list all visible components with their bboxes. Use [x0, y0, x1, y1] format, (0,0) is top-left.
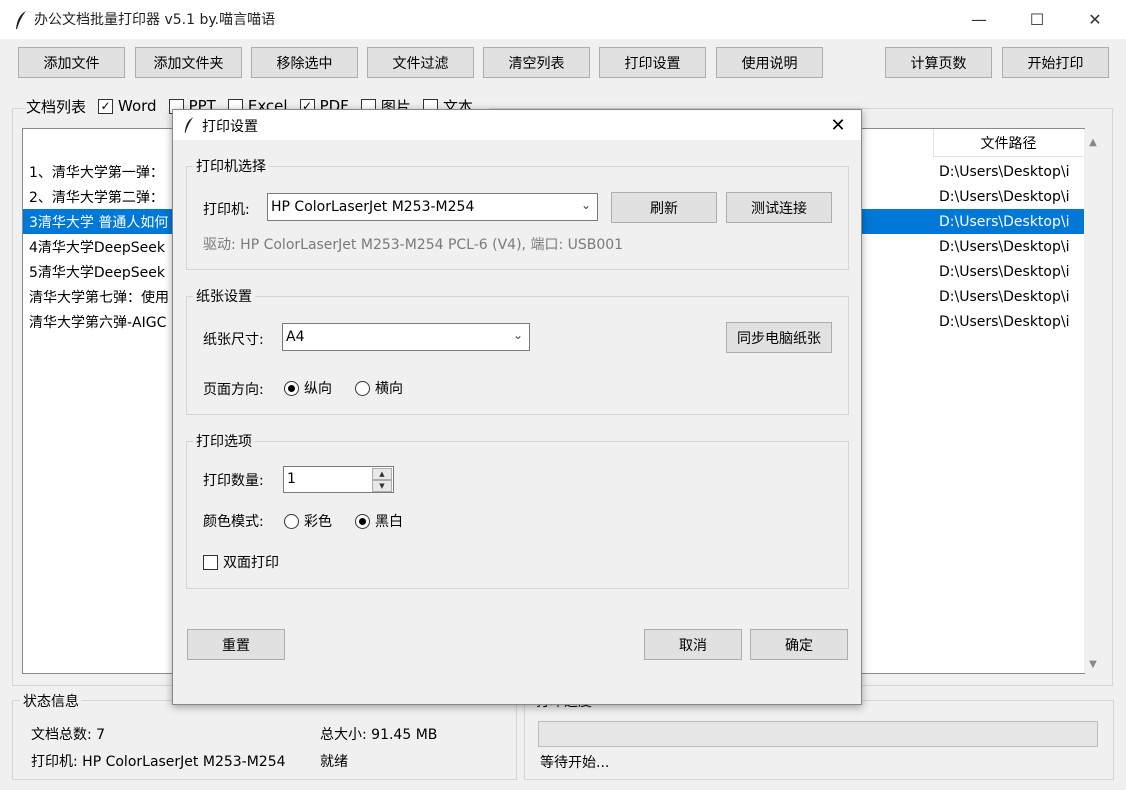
duplex-checkbox[interactable]: 双面打印	[203, 552, 279, 572]
progress-text: 等待开始...	[540, 755, 610, 771]
dialog-title: 打印设置	[202, 119, 258, 135]
status-group-label: 状态信息	[20, 691, 82, 711]
start-print-button[interactable]: 开始打印	[1002, 47, 1109, 78]
doc-count: 文档总数: 7	[31, 727, 106, 743]
paper-size-label: 纸张尺寸:	[203, 332, 264, 348]
file-name: 1、清华大学第一弹：	[29, 164, 164, 181]
radio-checked-icon	[284, 380, 299, 396]
printer-section-label: 打印机选择	[193, 156, 269, 176]
landscape-label: 横向	[375, 381, 403, 397]
file-path: D:\Users\Desktop\i	[939, 188, 1070, 205]
add-folder-button[interactable]: 添加文件夹	[135, 47, 242, 78]
window-title: 办公文档批量打印器 v5.1 by.喵言喵语	[34, 12, 276, 28]
printer-label: 打印机:	[203, 202, 250, 218]
file-name: 5清华大学DeepSeek	[29, 264, 166, 281]
copies-label: 打印数量:	[203, 473, 264, 489]
refresh-button[interactable]: 刷新	[611, 192, 717, 223]
printer-select[interactable]: HP ColorLaserJet M253-M254 ⌄	[267, 193, 598, 221]
print-settings-button[interactable]: 打印设置	[599, 47, 706, 78]
paper-size-select[interactable]: A4 ⌄	[282, 323, 530, 351]
orientation-label: 页面方向:	[203, 382, 264, 398]
print-options-label: 打印选项	[193, 431, 255, 451]
driver-info: 驱动: HP ColorLaserJet M253-M254 PCL-6 (V4…	[203, 237, 624, 253]
progress-bar	[538, 721, 1098, 747]
path-column-header[interactable]: 文件路径	[933, 129, 1083, 157]
maximize-button[interactable]: ☐	[1014, 0, 1060, 39]
total-size: 总大小: 91.45 MB	[320, 727, 438, 743]
document-list-label: 文档列表	[26, 97, 87, 116]
sync-paper-button[interactable]: 同步电脑纸张	[726, 322, 832, 353]
copies-spinbox[interactable]: 1 ▲ ▼	[283, 466, 394, 493]
file-path: D:\Users\Desktop\i	[939, 238, 1070, 255]
scroll-up-icon[interactable]: ▲	[1084, 133, 1102, 151]
printer-value: HP ColorLaserJet M253-M254	[271, 199, 475, 215]
radio-checked-icon	[355, 513, 370, 529]
chevron-down-icon: ⌄	[580, 198, 591, 212]
dialog-title-bar: 打印设置 ✕	[173, 110, 861, 140]
spin-up-icon[interactable]: ▲	[372, 468, 392, 480]
file-name: 2、清华大学第二弹：	[29, 189, 164, 206]
file-filter-button[interactable]: 文件过滤	[367, 47, 474, 78]
color-mode-label: 颜色模式:	[203, 514, 264, 530]
file-path: D:\Users\Desktop\i	[939, 213, 1070, 230]
remove-selected-button[interactable]: 移除选中	[251, 47, 358, 78]
dialog-close-icon[interactable]: ✕	[823, 113, 853, 137]
test-connection-button[interactable]: 测试连接	[726, 192, 832, 223]
file-path: D:\Users\Desktop\i	[939, 288, 1070, 305]
scroll-down-icon[interactable]: ▼	[1084, 655, 1102, 673]
portrait-label: 纵向	[304, 381, 332, 397]
ready-status: 就绪	[320, 754, 348, 770]
file-path: D:\Users\Desktop\i	[939, 313, 1070, 330]
file-name: 4清华大学DeepSeek	[29, 239, 166, 256]
ok-button[interactable]: 确定	[750, 629, 848, 660]
file-path: D:\Users\Desktop\i	[939, 263, 1070, 280]
print-settings-dialog: 打印设置 ✕ 打印机选择 打印机: HP ColorLaserJet M253-…	[172, 109, 862, 705]
clear-list-button[interactable]: 清空列表	[483, 47, 590, 78]
copies-value: 1	[287, 471, 296, 487]
color-radio[interactable]: 彩色	[284, 511, 332, 531]
spin-down-icon[interactable]: ▼	[372, 480, 392, 492]
duplex-label: 双面打印	[223, 555, 279, 571]
file-name: 清华大学第七弹：使用	[29, 289, 169, 306]
feather-icon	[16, 11, 26, 29]
color-label: 彩色	[304, 514, 332, 530]
count-pages-button[interactable]: 计算页数	[885, 47, 992, 78]
file-path: D:\Users\Desktop\i	[939, 163, 1070, 180]
feather-icon	[184, 117, 194, 133]
chevron-down-icon: ⌄	[512, 328, 523, 342]
bw-radio[interactable]: 黑白	[355, 511, 403, 531]
radio-unchecked-icon	[355, 380, 370, 396]
file-name: 3清华大学 普通人如何	[29, 214, 169, 231]
paper-size-value: A4	[286, 329, 305, 345]
radio-unchecked-icon	[284, 513, 299, 529]
add-file-button[interactable]: 添加文件	[18, 47, 125, 78]
word-filter-checkbox[interactable]: ✓	[98, 98, 114, 114]
file-name: 清华大学第六弹-AIGC	[29, 314, 167, 331]
portrait-radio[interactable]: 纵向	[284, 378, 332, 398]
printer-status: 打印机: HP ColorLaserJet M253-M254	[31, 754, 286, 770]
minimize-button[interactable]: —	[956, 0, 1002, 39]
cancel-button[interactable]: 取消	[644, 629, 742, 660]
usage-button[interactable]: 使用说明	[716, 47, 823, 78]
paper-section-label: 纸张设置	[193, 286, 255, 306]
checkbox-unchecked-icon	[203, 554, 218, 570]
word-filter-label: Word	[118, 97, 157, 115]
close-button[interactable]: ✕	[1072, 0, 1118, 39]
landscape-radio[interactable]: 横向	[355, 378, 403, 398]
vertical-scrollbar[interactable]: ▲ ▼	[1084, 129, 1102, 673]
title-bar: 办公文档批量打印器 v5.1 by.喵言喵语 — ☐ ✕	[0, 0, 1126, 39]
reset-button[interactable]: 重置	[187, 629, 285, 660]
bw-label: 黑白	[375, 514, 403, 530]
